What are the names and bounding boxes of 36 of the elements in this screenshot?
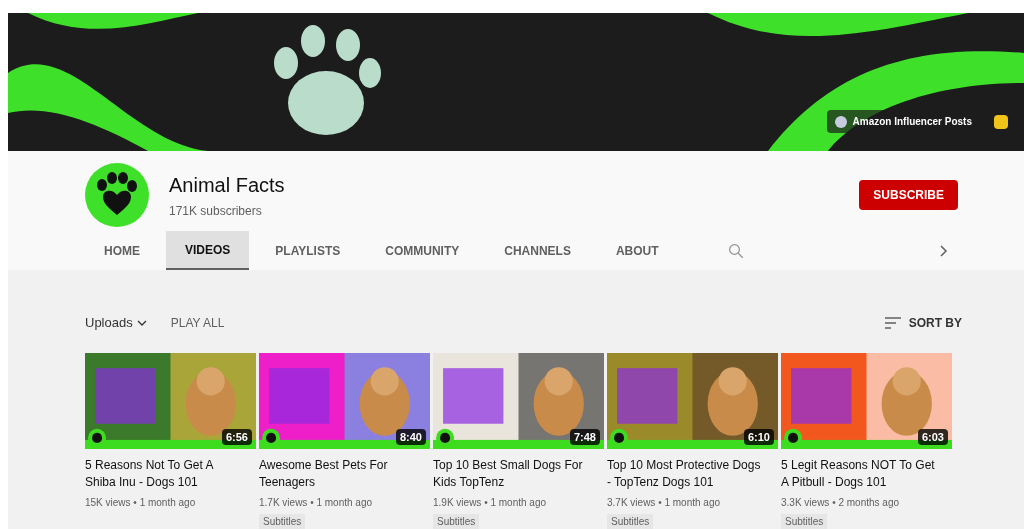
video-thumbnail[interactable]: 6:56 <box>85 353 256 449</box>
channel-tab[interactable]: CHANNELS <box>485 231 590 270</box>
subtitles-label: Subtitles <box>607 514 654 529</box>
caret-icon <box>136 320 147 326</box>
video-meta: 1.7K views • 1 month ago <box>259 496 373 510</box>
channel-name: Animal Facts <box>169 173 285 198</box>
channel-tab[interactable]: COMMUNITY <box>366 231 479 270</box>
video-meta: 15K views • 1 month ago <box>85 496 197 510</box>
channel-tab[interactable]: PLAYLISTS <box>256 231 360 270</box>
video-thumbnail[interactable]: 6:03 <box>781 353 952 449</box>
video-thumbnail[interactable]: 6:10 <box>607 353 778 449</box>
search-icon[interactable] <box>726 241 745 260</box>
channel-tab[interactable]: HOME <box>85 231 159 270</box>
video-meta: 1.9K views • 1 month ago <box>433 496 547 510</box>
subscriber-count: 171K subscribers <box>169 203 263 220</box>
subscribe-button[interactable]: SUBSCRIBE <box>859 180 958 210</box>
subtitles-label: Subtitles <box>433 514 480 529</box>
video-title[interactable]: Top 10 Best Small Dogs For Kids TopTenz <box>433 457 604 491</box>
sort-by-button[interactable]: SORT BY <box>884 314 962 332</box>
channel-tab[interactable]: VIDEOS <box>166 231 250 270</box>
video-title[interactable]: 5 Legit Reasons NOT To Get A Pitbull - Dogs 101 <box>781 457 952 491</box>
video-thumbnail[interactable]: 8:40 <box>259 353 430 449</box>
video-thumbnail[interactable]: 7:48 <box>433 353 604 449</box>
uploads-dropdown[interactable]: Uploads <box>85 313 147 333</box>
chevron-right-icon[interactable] <box>938 243 948 258</box>
video-meta: 3.7K views • 1 month ago <box>607 496 721 510</box>
video-title[interactable]: Top 10 Most Protective Dogs - TopTenz Dogs 101 <box>607 457 778 491</box>
video-meta: 3.3K views • 2 months ago <box>781 496 900 510</box>
video-title[interactable]: 5 Reasons Not To Get A Shiba Inu - Dogs 101 <box>85 457 256 491</box>
avatar <box>85 163 149 227</box>
video-title[interactable]: Awesome Best Pets For Teenagers <box>259 457 430 491</box>
play-all-button[interactable]: PLAY ALL <box>170 314 225 332</box>
sort-icon <box>884 317 901 329</box>
channel-tab[interactable]: ABOUT <box>596 231 678 270</box>
subtitles-label: Subtitles <box>259 514 306 529</box>
subtitles-label: Subtitles <box>781 514 828 529</box>
